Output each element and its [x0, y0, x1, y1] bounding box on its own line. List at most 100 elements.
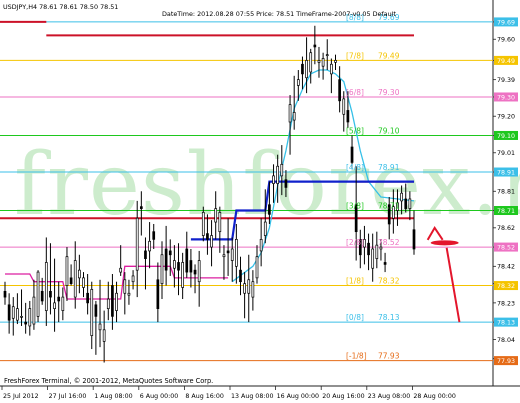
murrey-level-label: [6/8]: [346, 88, 364, 97]
symbol-header: USDJPY,H4 78.61 78.61 78.50 78.51: [3, 3, 118, 11]
candle-body: [69, 277, 73, 284]
time-label: 28 Aug 00:00: [413, 393, 455, 400]
candle-body: [61, 296, 65, 311]
candle-body: [16, 308, 19, 321]
price-badge-label: 77.93: [497, 358, 515, 365]
candle-body: [197, 260, 201, 283]
candle-body: [78, 269, 81, 279]
candle-body: [243, 283, 246, 294]
price-badge-label: 79.69: [497, 19, 515, 26]
murrey-level-value: 78.91: [378, 163, 400, 172]
candle-body: [404, 198, 408, 209]
time-label: 20 Aug 16:00: [322, 393, 364, 400]
time-label: 13 Aug 08:00: [231, 393, 273, 400]
price-tick-label: 79.60: [497, 37, 515, 44]
price-tick-label: 78.04: [497, 337, 515, 344]
price-tick-label: 79.39: [497, 77, 515, 84]
candle-body: [36, 271, 40, 317]
candle-body: [305, 60, 308, 79]
price-tick-label: 78.62: [497, 225, 515, 232]
candle-body: [164, 248, 168, 271]
chart-window[interactable]: freshforex.ru [8/8]79.69[7/8]79.49[6/8]7…: [0, 0, 520, 403]
time-label: 1 Aug 08:00: [94, 393, 132, 400]
candle-body: [346, 110, 350, 123]
candle-body: [123, 279, 127, 294]
price-badge-label: 79.49: [497, 58, 515, 65]
candle-body: [325, 54, 329, 56]
candle-body: [160, 254, 164, 284]
candle-body: [296, 79, 300, 86]
candle-body: [206, 233, 209, 240]
murrey-level-value: 78.13: [378, 313, 400, 322]
candle-body: [148, 240, 151, 252]
candle-body: [3, 290, 7, 298]
murrey-level-label: [7/8]: [346, 51, 364, 60]
murrey-level-value: 79.49: [378, 51, 400, 60]
candle-body: [276, 165, 280, 184]
candle-body: [201, 212, 205, 236]
info-header: DateTime: 2012.08.28 07:55 Price: 78.51 …: [162, 10, 396, 18]
candle-body: [152, 231, 156, 240]
candle-body: [412, 229, 416, 250]
candle-body: [131, 275, 135, 283]
price-badge-label: 79.30: [497, 94, 515, 101]
candle-body: [119, 267, 123, 273]
murrey-level-label: [2/8]: [346, 238, 364, 247]
terminal-copyright: FreshForex Terminal, © 2001-2012, MetaQu…: [4, 377, 213, 385]
murrey-level-label: [4/8]: [346, 163, 364, 172]
candle-body: [65, 256, 69, 286]
candle-body: [11, 306, 15, 319]
price-badge-label: 78.13: [497, 320, 515, 327]
candle-body: [94, 304, 98, 317]
murrey-level-value: 79.10: [378, 126, 400, 135]
candle-body: [57, 296, 61, 302]
murrey-level-label: [5/8]: [346, 126, 364, 135]
price-tick-label: 78.42: [497, 264, 515, 271]
murrey-level-value: 78.71: [378, 202, 400, 211]
candle-body: [173, 260, 176, 269]
candle-body: [251, 281, 255, 298]
candle-body: [53, 302, 56, 309]
candle-body: [24, 321, 28, 325]
candle-body: [189, 260, 193, 273]
candle-body: [350, 146, 354, 163]
candle-body: [288, 104, 292, 123]
price-badge-label: 78.32: [497, 283, 515, 290]
candle-body: [86, 292, 89, 304]
candle-body: [90, 289, 94, 336]
candle-body: [40, 290, 44, 302]
time-label: 8 Aug 16:00: [185, 393, 223, 400]
price-badge-label: 78.71: [497, 208, 515, 215]
candle-body: [181, 262, 184, 288]
time-label: 23 Aug 08:00: [368, 393, 410, 400]
time-label: 16 Aug 00:00: [277, 393, 319, 400]
candle-body: [106, 298, 110, 309]
candle-body: [222, 254, 226, 258]
candle-body: [210, 235, 213, 248]
candle-body: [292, 112, 296, 121]
candle-body: [330, 63, 333, 75]
candle-body: [367, 242, 370, 256]
candle-body: [144, 250, 147, 259]
candle-body: [375, 244, 379, 259]
price-badge-label: 79.10: [497, 133, 515, 140]
candle-body: [317, 60, 321, 63]
watermark: freshforex.ru: [14, 135, 520, 235]
candle-body: [309, 52, 313, 73]
candle-body: [73, 260, 77, 298]
price-tick-label: 79.20: [497, 114, 515, 121]
candle-body: [371, 248, 375, 269]
price-tick-label: 78.81: [497, 189, 515, 196]
candle-body: [379, 246, 383, 250]
candle-body: [284, 179, 288, 188]
candle-body: [259, 239, 263, 252]
candle-body: [139, 206, 143, 209]
candle-body: [247, 279, 251, 294]
candle-body: [44, 262, 48, 311]
candle-body: [230, 248, 234, 261]
murrey-level-value: 78.32: [378, 277, 400, 286]
candle-body: [156, 279, 160, 309]
murrey-level-label: [0/8]: [346, 313, 364, 322]
candle-body: [135, 217, 139, 271]
price-badge-label: 78.91: [497, 169, 515, 176]
